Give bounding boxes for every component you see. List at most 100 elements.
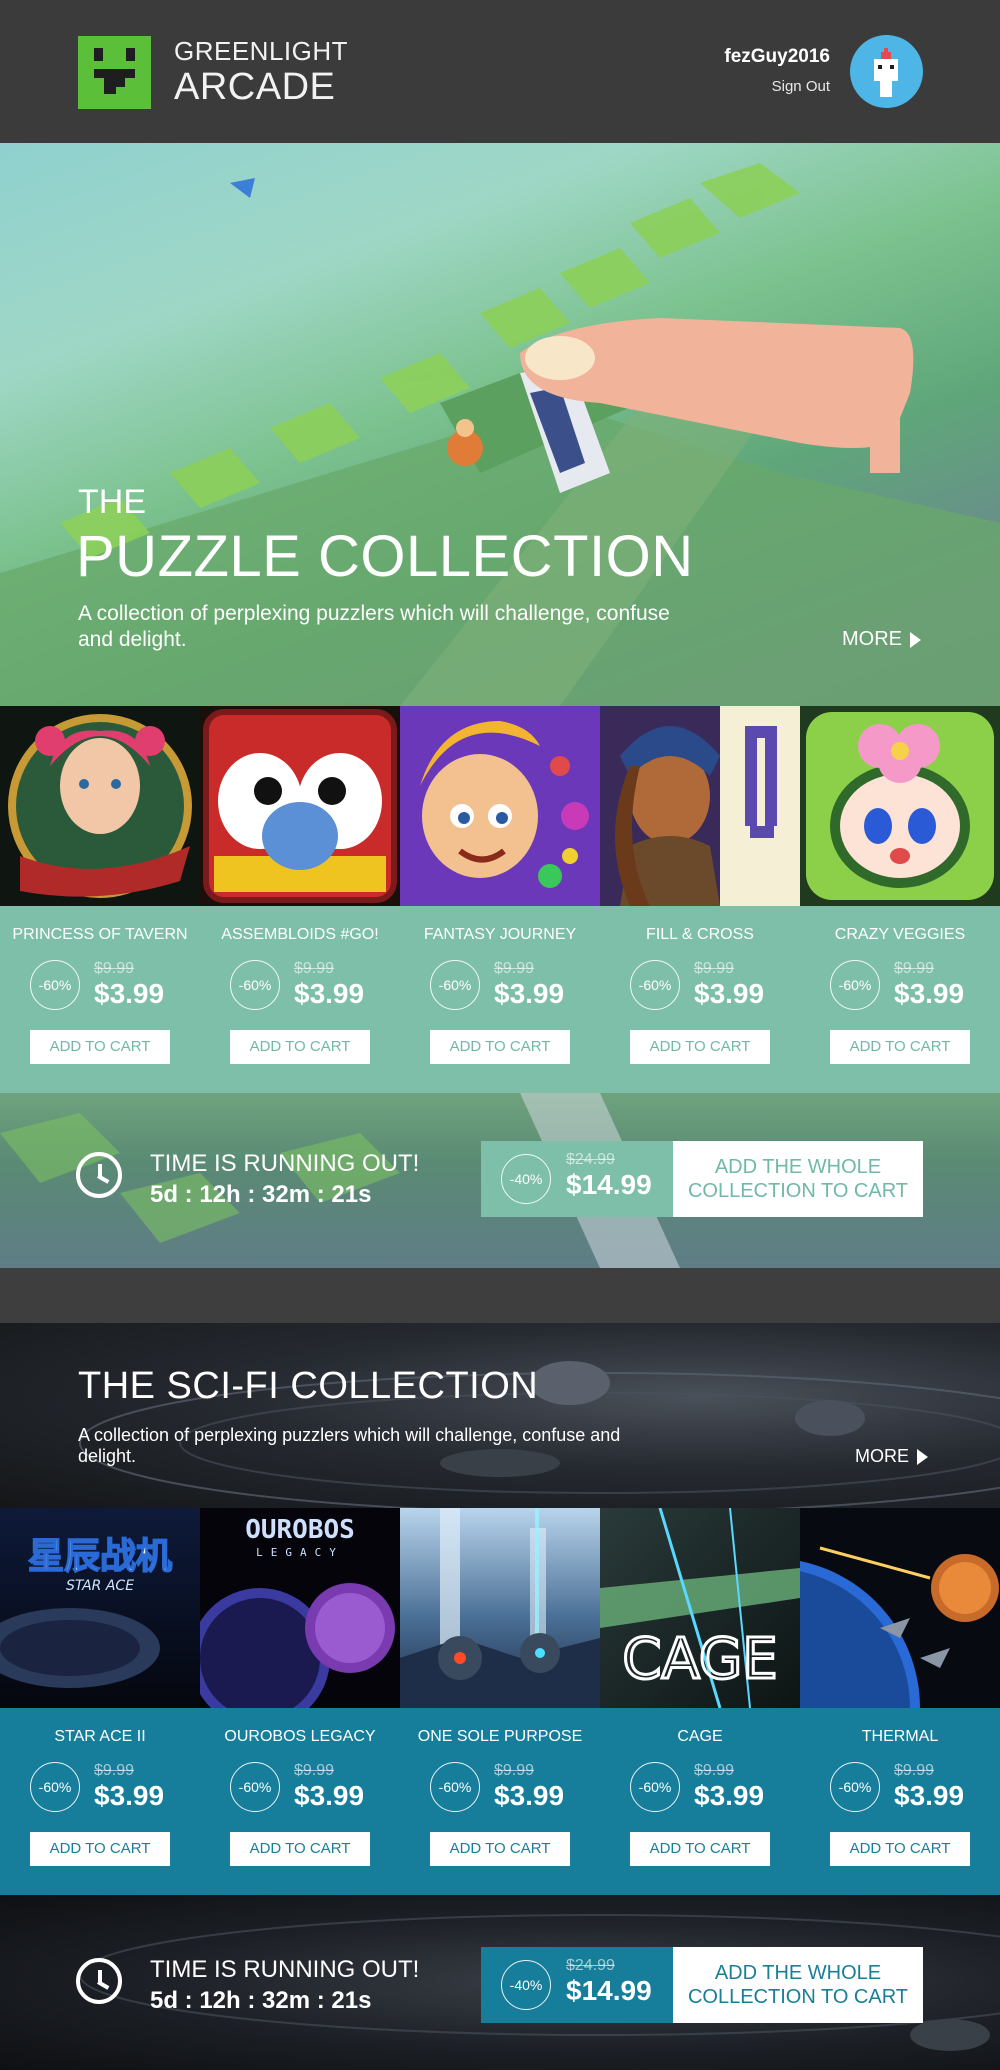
add-to-cart-button[interactable]: ADD TO CART (230, 1832, 370, 1866)
star-ace-logo-text: 星辰战机 (28, 1536, 172, 1577)
product-name: ONE SOLE PURPOSE (417, 1728, 583, 1745)
bundle-discount-badge: -40% (501, 1154, 551, 1204)
puzzle-description: A collection of perplexing puzzlers whic… (78, 602, 670, 652)
ourobos-logo-text: OUROBOS (245, 1515, 355, 1545)
add-to-cart-button[interactable]: ADD TO CART (30, 1030, 170, 1064)
product-card: CRAZY VEGGIES -60% $9.99 $3.99 ADD TO CA… (800, 906, 1000, 1093)
add-to-cart-button[interactable]: ADD TO CART (830, 1832, 970, 1866)
bundle-offer: -40% $24.99 $14.99 ADD THE WHOLE COLLECT… (481, 1947, 923, 2023)
scifi-covers: 星辰战机 STAR ACE OUROBOS LEGACY CAGE (0, 1508, 1000, 1708)
cover-fill-and-cross[interactable] (600, 706, 800, 906)
bundle-old-price: $24.99 (566, 1151, 615, 1168)
product-card: STAR ACE II -60% $9.99 $3.99 ADD TO CART (0, 1708, 200, 1895)
scifi-hero-art (79, 1361, 1000, 1508)
cover-assembloids[interactable] (200, 706, 400, 906)
ourobos-logo-subtext: LEGACY (256, 1546, 344, 1559)
puzzle-offer-band: TIME IS RUNNING OUT! 5d : 12h : 32m : 21… (0, 1093, 1000, 1268)
discount-badge: -60% (430, 960, 480, 1010)
bundle-sale-price: $14.99 (566, 1975, 652, 2006)
add-to-cart-button[interactable]: ADD TO CART (230, 1030, 370, 1064)
discount-badge: -60% (30, 1762, 80, 1812)
product-card: PRINCESS OF TAVERN -60% $9.99 $3.99 ADD … (0, 906, 200, 1093)
countdown: 5d : 12h : 32m : 21s (150, 1181, 372, 1208)
scifi-offer-band: TIME IS RUNNING OUT! 5d : 12h : 32m : 21… (0, 1895, 1000, 2070)
add-collection-to-cart-button[interactable]: ADD THE WHOLE COLLECTION TO CART (673, 1141, 923, 1217)
bundle-offer: -40% $24.99 $14.99 ADD THE WHOLE COLLECT… (481, 1141, 923, 1217)
discount-badge: -60% (230, 1762, 280, 1812)
puzzle-title: PUZZLE COLLECTION (76, 524, 694, 589)
cover-thermal[interactable] (800, 1508, 1000, 1708)
bundle-discount-badge: -40% (501, 1960, 551, 2010)
avatar[interactable] (850, 35, 923, 108)
scifi-hero: THE SCI-FI COLLECTION A collection of pe… (0, 1323, 1000, 1508)
brand-line-2: ARCADE (174, 66, 336, 108)
cage-logo-text: CAGE (622, 1627, 777, 1692)
clock-icon (76, 1152, 122, 1198)
discount-badge: -60% (30, 960, 80, 1010)
discount-badge: -60% (430, 1762, 480, 1812)
bundle-old-price: $24.99 (566, 1957, 615, 1974)
discount-badge: -60% (230, 960, 280, 1010)
add-to-cart-button[interactable]: ADD TO CART (430, 1832, 570, 1866)
product-card: FILL & CROSS -60% $9.99 $3.99 ADD TO CAR… (600, 906, 800, 1093)
scifi-description: A collection of perplexing puzzlers whic… (78, 1425, 621, 1466)
bundle-price: -40% $24.99 $14.99 (481, 1141, 673, 1217)
sale-price: $3.99 (94, 1780, 165, 1811)
sale-price: $3.99 (94, 978, 165, 1009)
product-card: ONE SOLE PURPOSE -60% $9.99 $3.99 ADD TO… (400, 1708, 600, 1895)
cover-cage[interactable]: CAGE (600, 1508, 800, 1708)
product-name: FANTASY JOURNEY (423, 926, 577, 943)
old-price: $9.99 (494, 960, 535, 977)
timer-label: TIME IS RUNNING OUT! (150, 1956, 420, 1983)
greenlight-logo-icon[interactable] (78, 36, 151, 109)
old-price: $9.99 (894, 1762, 935, 1779)
countdown: 5d : 12h : 32m : 21s (150, 1987, 372, 2014)
add-to-cart-button[interactable]: ADD TO CART (630, 1030, 770, 1064)
scifi-title: THE SCI-FI COLLECTION (78, 1365, 539, 1407)
add-to-cart-button[interactable]: ADD TO CART (30, 1832, 170, 1866)
product-card: CAGE -60% $9.99 $3.99 ADD TO CART (600, 1708, 800, 1895)
discount-badge: -60% (830, 1762, 880, 1812)
product-name: OUROBOS LEGACY (224, 1728, 376, 1745)
product-name: CAGE (677, 1728, 723, 1745)
sale-price: $3.99 (294, 1780, 365, 1811)
add-to-cart-button[interactable]: ADD TO CART (830, 1030, 970, 1064)
play-arrow-icon (910, 631, 921, 648)
sale-price: $3.99 (494, 978, 565, 1009)
old-price: $9.99 (694, 1762, 735, 1779)
sale-price: $3.99 (894, 1780, 965, 1811)
username: fezGuy2016 (724, 46, 830, 67)
brand-line-1: GREENLIGHT (174, 36, 349, 66)
product-card: ASSEMBLOIDS #GO! -60% $9.99 $3.99 ADD TO… (200, 906, 400, 1093)
puzzle-kicker: THE (78, 483, 146, 521)
old-price: $9.99 (294, 1762, 335, 1779)
cover-one-sole-purpose[interactable] (400, 1508, 600, 1708)
more-label: MORE (855, 1446, 909, 1466)
cover-princess-of-tavern[interactable] (0, 706, 200, 906)
play-arrow-icon (917, 1448, 928, 1465)
product-name: THERMAL (861, 1728, 939, 1745)
puzzle-more-link[interactable]: MORE (842, 628, 921, 651)
add-to-cart-button[interactable]: ADD TO CART (430, 1030, 570, 1064)
cover-star-ace[interactable]: 星辰战机 STAR ACE (0, 1508, 200, 1708)
puzzle-hero: THE PUZZLE COLLECTION A collection of pe… (0, 143, 1000, 706)
product-name: PRINCESS OF TAVERN (12, 926, 188, 943)
timer-label: TIME IS RUNNING OUT! (150, 1150, 420, 1177)
product-card: FANTASY JOURNEY -60% $9.99 $3.99 ADD TO … (400, 906, 600, 1093)
discount-badge: -60% (830, 960, 880, 1010)
sale-price: $3.99 (894, 978, 965, 1009)
product-card: OUROBOS LEGACY -60% $9.99 $3.99 ADD TO C… (200, 1708, 400, 1895)
sign-out-link[interactable]: Sign Out (724, 78, 830, 95)
scifi-more-link[interactable]: MORE (855, 1446, 928, 1467)
bundle-sale-price: $14.99 (566, 1169, 652, 1200)
old-price: $9.99 (94, 1762, 135, 1779)
cover-fantasy-journey[interactable] (400, 706, 600, 906)
cover-ourobos-legacy[interactable]: OUROBOS LEGACY (200, 1508, 400, 1708)
cover-crazy-veggies[interactable] (800, 706, 1000, 906)
brand-name[interactable]: GREENLIGHT ARCADE (174, 38, 348, 106)
sale-price: $3.99 (494, 1780, 565, 1811)
star-ace-logo-subtext: STAR ACE (66, 1578, 134, 1594)
add-collection-to-cart-button[interactable]: ADD THE WHOLE COLLECTION TO CART (673, 1947, 923, 2023)
scifi-products: STAR ACE II -60% $9.99 $3.99 ADD TO CART… (0, 1708, 1000, 1895)
add-to-cart-button[interactable]: ADD TO CART (630, 1832, 770, 1866)
